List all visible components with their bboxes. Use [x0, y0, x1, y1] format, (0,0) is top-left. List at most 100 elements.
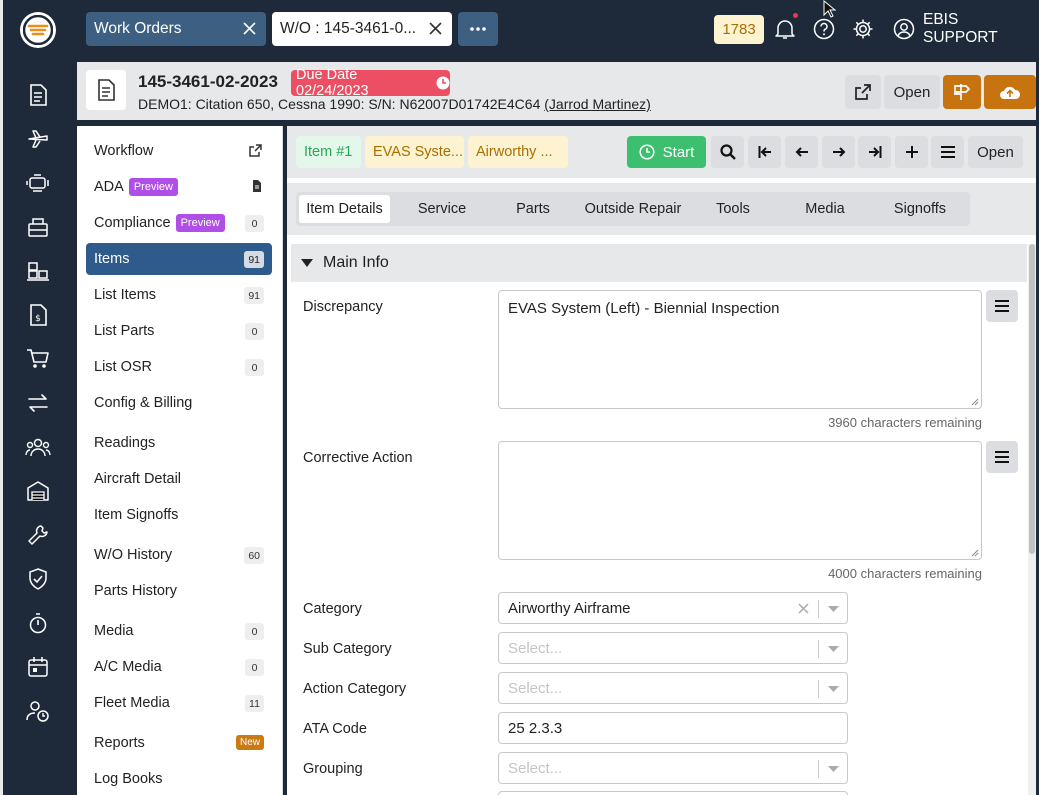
- last-item-button[interactable]: [858, 136, 891, 168]
- menu-item-media[interactable]: Media 0: [86, 615, 272, 647]
- item-number-chip[interactable]: Item #1: [296, 136, 361, 168]
- external-link-icon: [855, 84, 871, 100]
- menu-item-items[interactable]: Items 91: [86, 243, 272, 275]
- menu-item-ada[interactable]: ADA Preview: [86, 171, 272, 203]
- add-item-button[interactable]: [895, 136, 928, 168]
- document-icon[interactable]: [25, 82, 51, 108]
- start-button[interactable]: Start: [627, 136, 706, 168]
- menu-item-aircraft-detail[interactable]: Aircraft Detail: [86, 463, 272, 495]
- count-badge: 0: [245, 659, 264, 676]
- logo-icon[interactable]: [20, 12, 56, 48]
- close-icon[interactable]: [429, 22, 442, 35]
- item-title-chip[interactable]: EVAS Syste...: [365, 136, 464, 168]
- panel-scrollbar[interactable]: [1028, 244, 1036, 795]
- tab-label: W/O : 145-3461-0...: [280, 20, 417, 37]
- count-badge: 0: [245, 623, 264, 640]
- cloud-upload-button[interactable]: [984, 75, 1036, 109]
- main-info-section-header[interactable]: Main Info: [291, 244, 1027, 282]
- mouse-cursor-icon: [823, 0, 837, 18]
- next-field-partial[interactable]: [498, 791, 848, 795]
- menu-item-wo-history[interactable]: W/O History 60: [86, 539, 272, 571]
- discrepancy-field[interactable]: EVAS System (Left) - Biennial Inspection: [498, 290, 982, 409]
- corrective-action-chars-remaining: 4000 characters remaining: [828, 566, 982, 581]
- resize-handle-icon[interactable]: [971, 549, 979, 557]
- bell-icon[interactable]: [774, 18, 796, 40]
- next-item-button[interactable]: [822, 136, 855, 168]
- menu-item-fleet-media[interactable]: Fleet Media 11: [86, 687, 272, 719]
- zoom-button[interactable]: [711, 136, 744, 168]
- cart-icon[interactable]: [25, 346, 51, 372]
- menu-item-config-billing[interactable]: Config & Billing: [86, 387, 272, 419]
- owner-link[interactable]: (Jarrod Martinez): [544, 96, 651, 112]
- ata-code-input[interactable]: 25 2.3.3: [498, 712, 848, 744]
- clear-icon[interactable]: [798, 603, 809, 614]
- item-menu-button[interactable]: [931, 136, 964, 168]
- inventory-icon[interactable]: [25, 258, 51, 284]
- open-external-button[interactable]: [845, 75, 881, 109]
- menu-item-label: Media: [94, 623, 134, 639]
- menu-item-workflow[interactable]: Workflow: [86, 135, 272, 167]
- hangar-icon[interactable]: [25, 478, 51, 504]
- tab-service[interactable]: Service: [400, 195, 484, 223]
- work-order-number: 145-3461-02-2023: [138, 72, 278, 91]
- start-label: Start: [662, 143, 695, 161]
- parts-bin-icon[interactable]: [25, 214, 51, 240]
- calendar-icon[interactable]: [25, 654, 51, 680]
- help-icon[interactable]: [813, 18, 835, 40]
- arrow-left-icon: [795, 145, 809, 159]
- menu-item-log-books[interactable]: Log Books: [86, 763, 272, 795]
- menu-item-ac-media[interactable]: A/C Media 0: [86, 651, 272, 683]
- tab-outside-repair[interactable]: Outside Repair: [578, 195, 688, 223]
- stopwatch-icon[interactable]: [25, 610, 51, 636]
- scrollbar-thumb[interactable]: [1029, 244, 1035, 554]
- assign-button[interactable]: [943, 75, 981, 109]
- tab-item-details[interactable]: Item Details: [299, 195, 390, 223]
- left-rail: $: [0, 0, 73, 795]
- users-icon[interactable]: [25, 434, 51, 460]
- count-badge: 91: [244, 251, 264, 268]
- category-select[interactable]: Airworthy Airframe: [498, 592, 848, 624]
- notification-count-badge[interactable]: 1783: [714, 15, 764, 44]
- menu-item-item-signoffs[interactable]: Item Signoffs: [86, 499, 272, 531]
- more-tabs-button[interactable]: [458, 12, 498, 46]
- menu-item-label: A/C Media: [94, 659, 162, 675]
- user-clock-icon[interactable]: [25, 698, 51, 724]
- close-icon[interactable]: [243, 22, 256, 35]
- menu-item-readings[interactable]: Readings: [86, 427, 272, 459]
- first-item-button[interactable]: [748, 136, 781, 168]
- menu-item-parts-history[interactable]: Parts History: [86, 575, 272, 607]
- invoice-icon[interactable]: $: [25, 302, 51, 328]
- shield-check-icon[interactable]: [25, 566, 51, 592]
- discrepancy-template-button[interactable]: [986, 290, 1018, 322]
- tab-work-orders[interactable]: Work Orders: [86, 12, 266, 46]
- menu-item-list-items[interactable]: List Items 91: [86, 279, 272, 311]
- item-subtabs: Item Details Service Parts Outside Repai…: [287, 183, 1036, 235]
- item-status-open-button[interactable]: Open: [968, 136, 1023, 168]
- tab-tools[interactable]: Tools: [694, 195, 772, 223]
- tab-media[interactable]: Media: [784, 195, 866, 223]
- due-date-text: Due Date 02/24/2023: [296, 67, 369, 99]
- corrective-action-template-button[interactable]: [986, 441, 1018, 473]
- previous-item-button[interactable]: [785, 136, 818, 168]
- resize-handle-icon[interactable]: [971, 398, 979, 406]
- corrective-action-field[interactable]: [498, 441, 982, 560]
- tab-parts[interactable]: Parts: [494, 195, 572, 223]
- sub-category-select[interactable]: Select...: [498, 632, 848, 664]
- menu-item-list-osr[interactable]: List OSR 0: [86, 351, 272, 383]
- tab-signoffs[interactable]: Signoffs: [876, 195, 964, 223]
- engine-icon[interactable]: [25, 170, 51, 196]
- status-open-button[interactable]: Open: [884, 75, 940, 109]
- gear-icon[interactable]: [852, 18, 874, 40]
- action-category-select[interactable]: Select...: [498, 672, 848, 704]
- grouping-select[interactable]: Select...: [498, 752, 848, 784]
- menu-item-label: Config & Billing: [94, 395, 193, 411]
- item-category-chip[interactable]: Airworthy ...: [468, 136, 568, 168]
- transfer-icon[interactable]: [25, 390, 51, 416]
- tab-work-order-detail[interactable]: W/O : 145-3461-0...: [272, 12, 452, 46]
- menu-item-reports[interactable]: Reports New: [86, 727, 272, 759]
- user-menu-button[interactable]: EBIS SUPPORT: [893, 11, 1036, 46]
- menu-item-list-parts[interactable]: List Parts 0: [86, 315, 272, 347]
- menu-item-compliance[interactable]: Compliance Preview 0: [86, 207, 272, 239]
- airplane-icon[interactable]: [25, 126, 51, 152]
- wrench-icon[interactable]: [25, 522, 51, 548]
